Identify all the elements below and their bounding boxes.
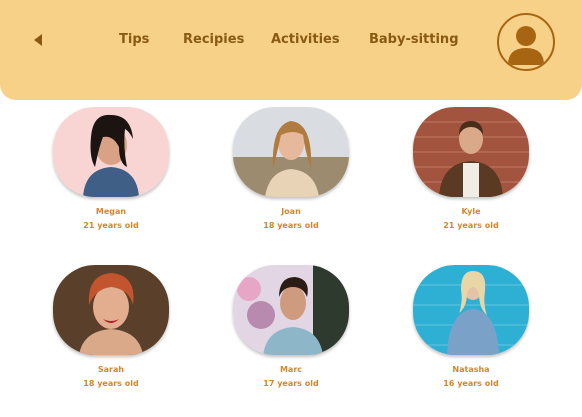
page: Tips Recipies Activities Baby-sitting Me… — [0, 0, 582, 417]
sitter-card-kyle[interactable]: Kyle 21 years old — [413, 107, 533, 247]
sitter-name: Megan — [95, 207, 127, 216]
sitter-card-natasha[interactable]: Natasha 16 years old — [413, 265, 533, 405]
profile-button[interactable] — [497, 13, 555, 71]
back-arrow-icon — [28, 30, 48, 50]
sitter-age: 16 years old — [443, 379, 499, 388]
sitter-name: Marc — [279, 365, 303, 374]
sitter-card-sarah[interactable]: Sarah 18 years old — [53, 265, 173, 405]
sitter-age: 18 years old — [83, 379, 139, 388]
user-avatar-icon — [499, 15, 553, 69]
nav-recipes[interactable]: Recipies — [183, 30, 244, 50]
sitter-photo — [233, 107, 349, 197]
sitter-age: 21 years old — [83, 221, 139, 230]
sitter-photo — [53, 107, 169, 197]
sitter-age: 18 years old — [263, 221, 319, 230]
sitter-name: Natasha — [452, 365, 490, 374]
sitter-age: 21 years old — [443, 221, 499, 230]
nav-babysitting[interactable]: Baby-sitting — [369, 30, 459, 50]
sitter-photo — [53, 265, 169, 355]
sitter-photo — [413, 265, 529, 355]
back-button[interactable] — [28, 30, 48, 50]
sitter-name: Joan — [281, 207, 301, 216]
sitter-photo — [413, 107, 529, 197]
sitter-name: Sarah — [97, 365, 125, 374]
sitter-name: Kyle — [461, 207, 481, 216]
sitter-card-marc[interactable]: Marc 17 years old — [233, 265, 353, 405]
sitter-age: 17 years old — [263, 379, 319, 388]
sitter-card-megan[interactable]: Megan 21 years old — [53, 107, 173, 247]
sitter-card-joan[interactable]: Joan 18 years old — [233, 107, 353, 247]
top-nav-bar: Tips Recipies Activities Baby-sitting — [0, 0, 582, 100]
nav-activities[interactable]: Activities — [271, 30, 340, 50]
sitter-photo — [233, 265, 349, 355]
nav-tips[interactable]: Tips — [119, 30, 149, 50]
